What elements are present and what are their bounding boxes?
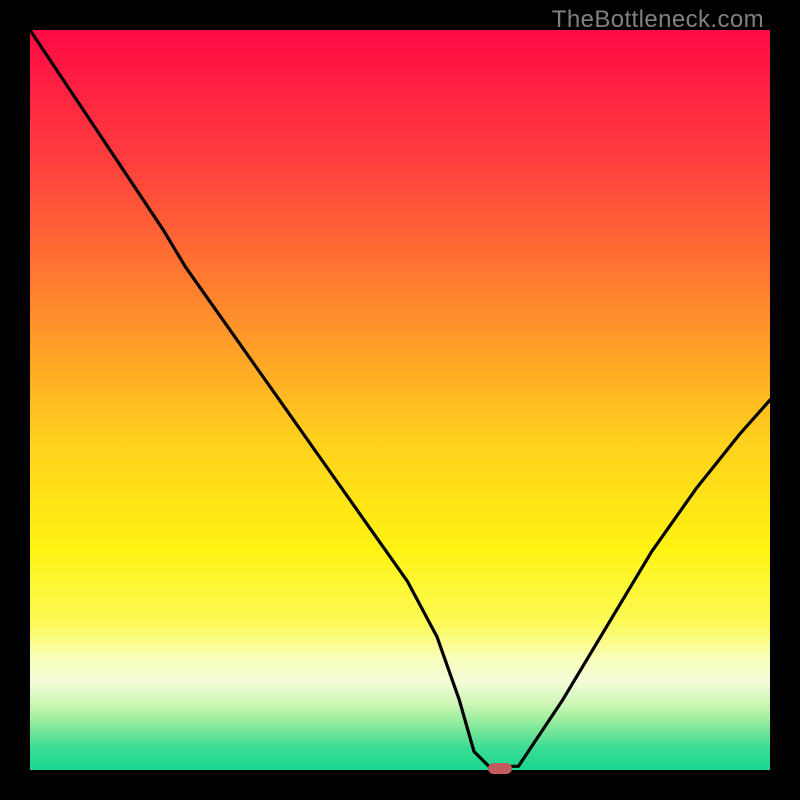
optimal-marker	[488, 763, 512, 773]
plot-area	[30, 30, 770, 770]
bottleneck-curve	[30, 30, 770, 770]
chart-frame: TheBottleneck.com	[0, 0, 800, 800]
